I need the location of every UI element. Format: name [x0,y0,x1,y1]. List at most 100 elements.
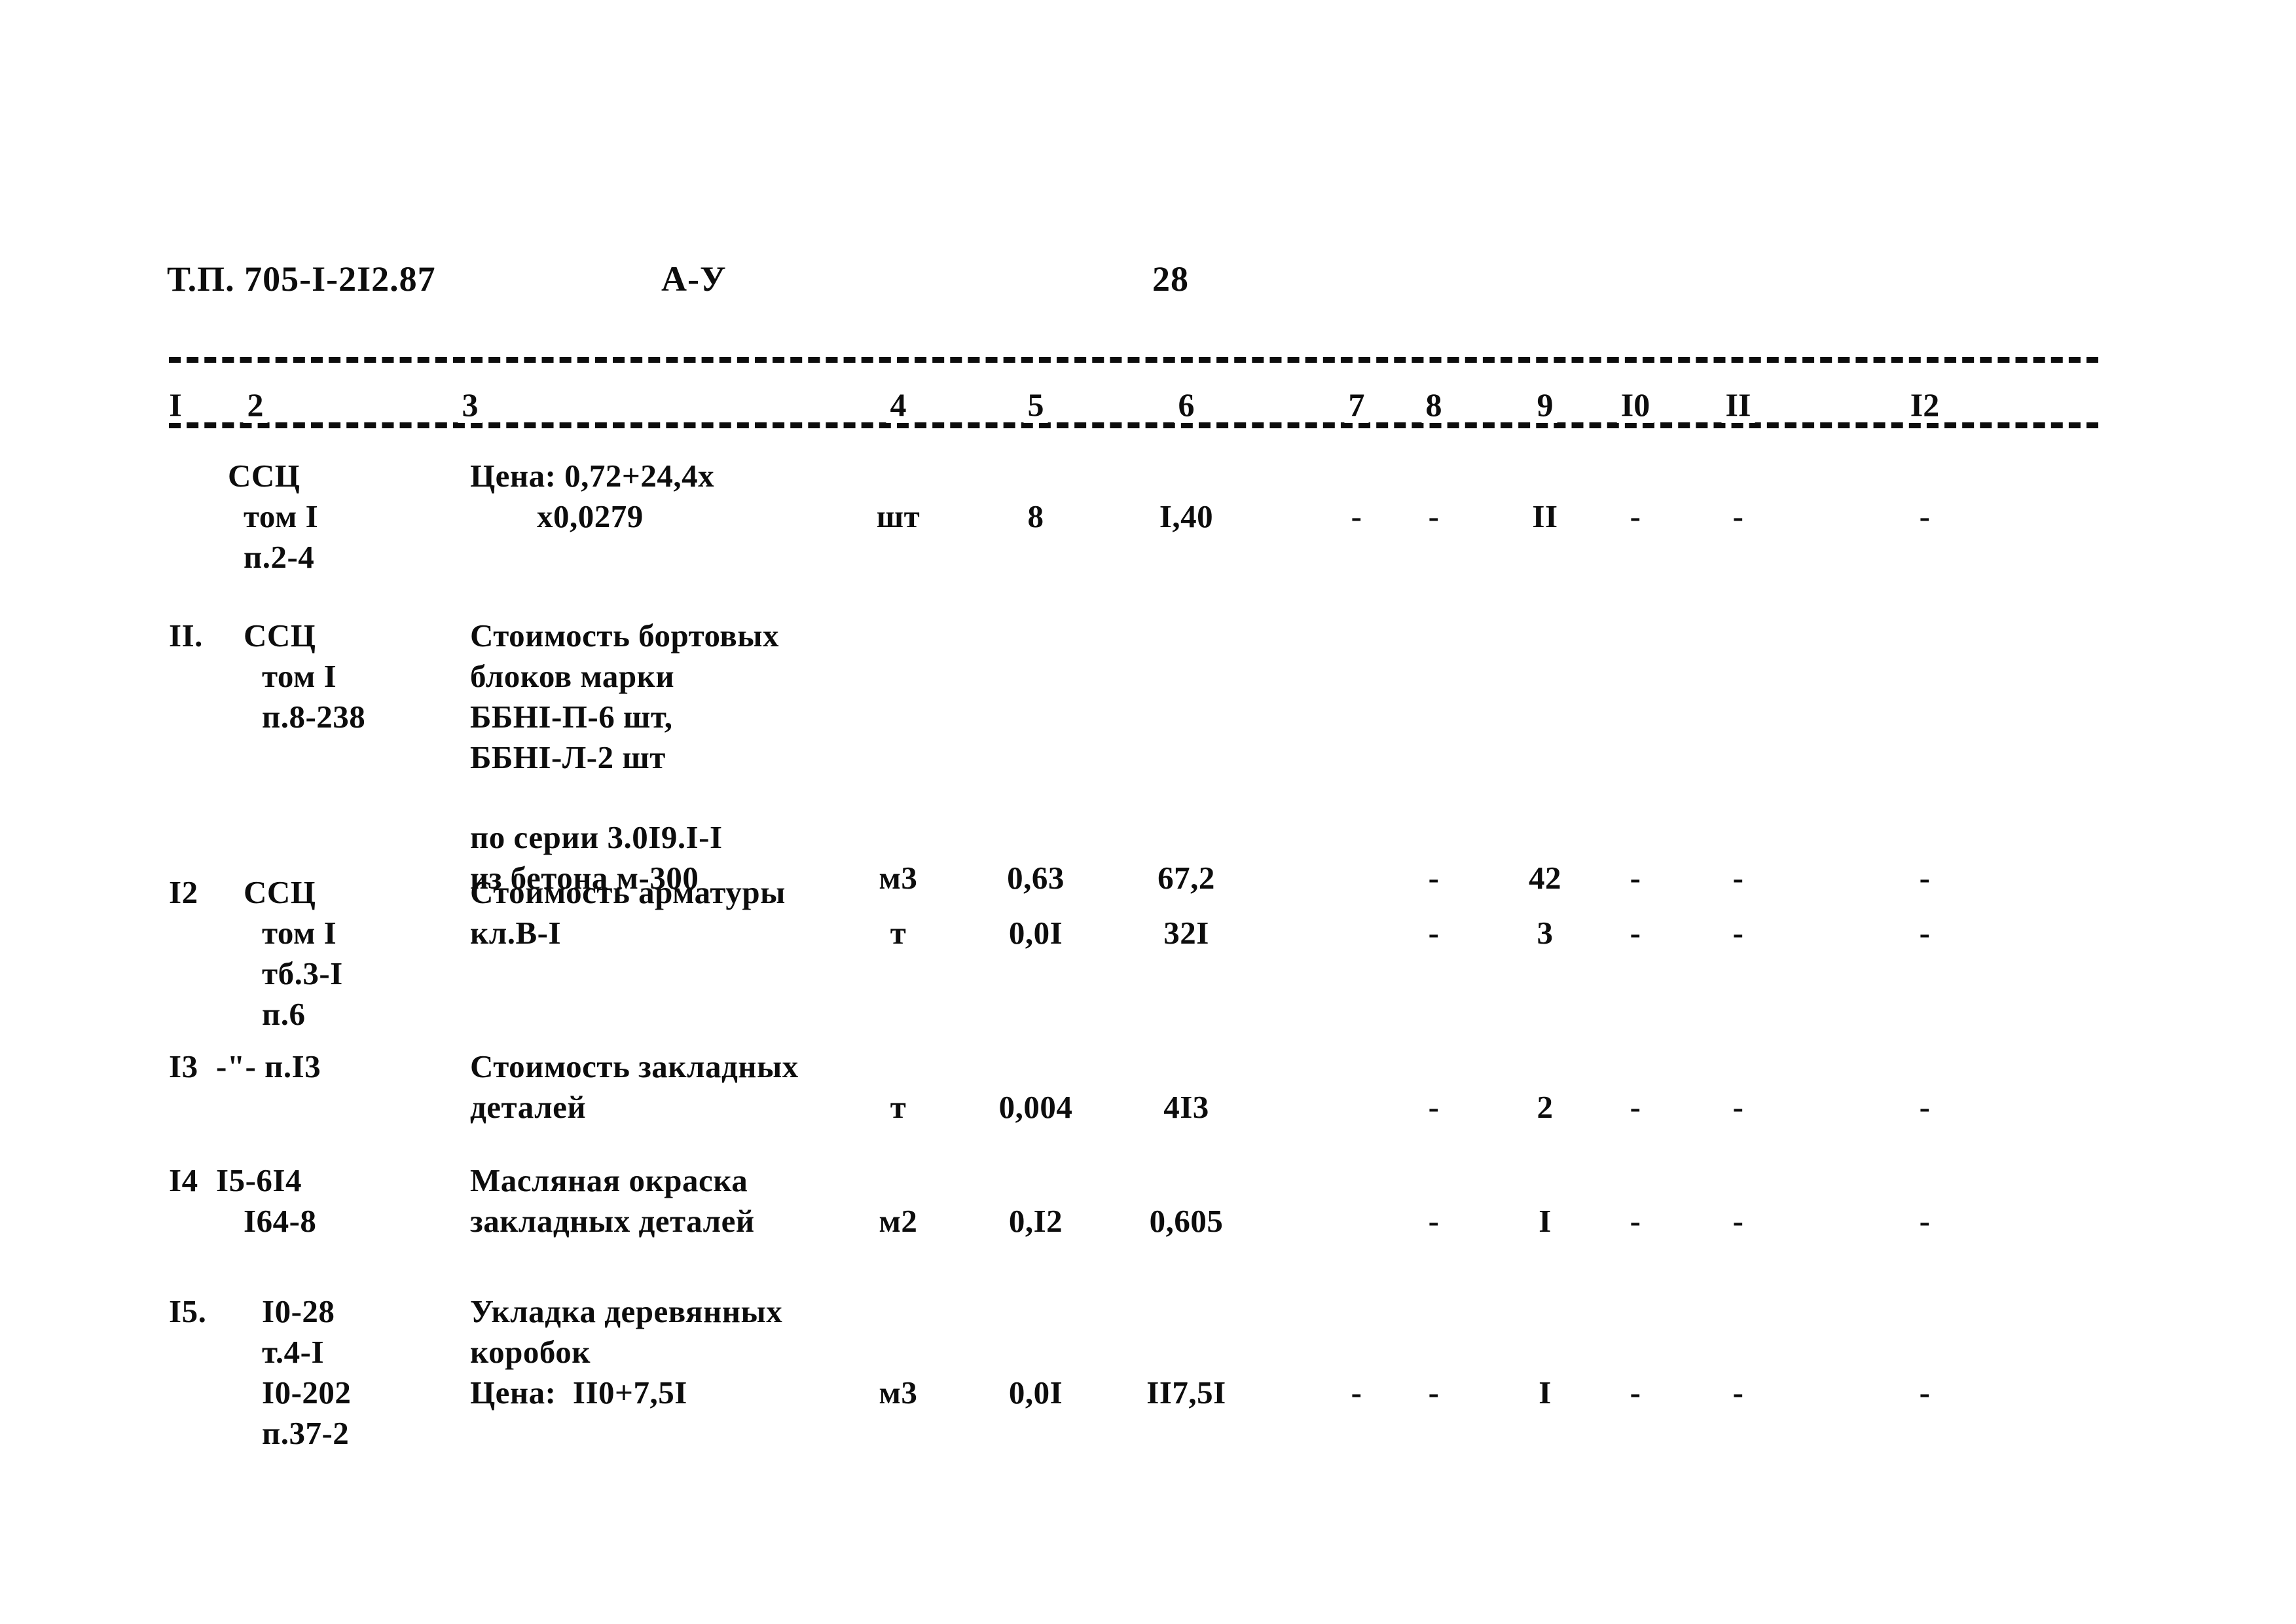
row-value-col4: т [890,1089,907,1125]
column-header-8: 8 [1421,386,1446,423]
row-value-col11: - [1732,860,1744,896]
row-value-col4: м3 [879,860,918,896]
row-value-col9: II [1532,498,1558,534]
row-value-col6: I,40 [1159,498,1214,534]
row-value-col5: 0,004 [998,1089,1073,1125]
row-value-col11: - [1732,1375,1744,1411]
row-description-line: Цена: II0+7,5I [470,1375,687,1411]
row-description-line: коробок [470,1334,591,1370]
row-value-col7: - [1351,498,1362,534]
row-description-line: Стоимость закладных [470,1048,799,1084]
row-value-col9: 2 [1537,1089,1554,1125]
row-ordinal: I4 [169,1162,198,1198]
row-source-ref-line: I0-202 [262,1375,352,1411]
row-value-col8: - [1428,1375,1440,1411]
row-source-ref-line: п.6 [262,996,306,1032]
row-ordinal: II. [169,618,203,654]
row-source-ref-line: ССЦ [244,618,316,654]
row-description-line: Цена: 0,72+24,4х [470,458,715,494]
column-header-11: II [1721,386,1755,423]
row-value-col12: - [1919,915,1931,951]
row-value-col10: - [1630,1089,1641,1125]
row-description-line: х0,0279 [470,498,644,534]
sheet-mark: А-У [661,259,727,299]
row-ordinal: I5. [169,1293,207,1329]
row-source-ref-line: том I [244,498,319,534]
column-header-4: 4 [886,386,911,423]
row-description-line: ББHI-П-6 шт, [470,699,673,735]
row-value-col6: II7,5I [1146,1375,1226,1411]
row-source-ref-line: I5-6I4 [216,1162,302,1198]
row-description-line: Масляная окраска [470,1162,748,1198]
row-source-ref-line: I64-8 [244,1203,317,1239]
row-value-col4: м2 [879,1203,918,1239]
row-source-ref-line: п.8-238 [262,699,366,735]
row-source-ref-line: тб.3-I [262,955,343,991]
row-value-col9: I [1539,1203,1552,1239]
column-header-2: 2 [243,386,268,423]
row-source-ref-line: т.4-I [262,1334,325,1370]
row-value-col6: 32I [1163,915,1209,951]
row-value-col5: 8 [1027,498,1044,534]
document-header: Т.П. 705-I-2I2.87 А-У 28 [167,259,2066,311]
row-value-col9: 3 [1537,915,1554,951]
row-value-col8: - [1428,1089,1440,1125]
row-value-col6: 4I3 [1163,1089,1209,1125]
table-rule-top [169,357,2098,363]
column-header-6: 6 [1174,386,1199,423]
row-value-col10: - [1630,915,1641,951]
row-value-col5: 0,0I [1008,1375,1063,1411]
row-value-col4: шт [876,498,920,534]
row-value-col4: т [890,915,907,951]
row-source-ref-line: п.2-4 [244,539,315,575]
row-description-line: закладных деталей [470,1203,755,1239]
row-value-col9: 42 [1529,860,1561,896]
row-value-col9: I [1539,1375,1552,1411]
row-description-line: Стоимость бортовых [470,618,779,654]
row-value-col7: - [1351,1375,1362,1411]
column-header-12: I2 [1906,386,1944,423]
document-code: Т.П. 705-I-2I2.87 [167,259,436,299]
row-source-ref-line: ССЦ [228,458,301,494]
row-value-col12: - [1919,498,1931,534]
row-value-col12: - [1919,1203,1931,1239]
column-header-9: 9 [1533,386,1558,423]
row-source-ref-line: ССЦ [244,874,316,910]
page-number: 28 [1152,259,1189,299]
row-value-col11: - [1732,1089,1744,1125]
row-ordinal: I3 [169,1048,198,1084]
row-value-col12: - [1919,860,1931,896]
row-value-col8: - [1428,860,1440,896]
row-description-line: Стоимость арматуры [470,874,786,910]
row-value-col8: - [1428,1203,1440,1239]
row-value-col10: - [1630,860,1641,896]
row-description-line: ББHI-Л-2 шт [470,739,666,775]
row-ordinal: I2 [169,874,198,910]
row-description-line: деталей [470,1089,587,1125]
row-value-col12: - [1919,1375,1931,1411]
row-value-col10: - [1630,1375,1641,1411]
row-value-col8: - [1428,498,1440,534]
row-value-col10: - [1630,498,1641,534]
row-value-col5: 0,0I [1008,915,1063,951]
row-description-line: Укладка деревянных [470,1293,783,1329]
column-header-3: 3 [458,386,483,423]
row-value-col11: - [1732,498,1744,534]
row-value-col11: - [1732,1203,1744,1239]
row-description-line: кл.В-I [470,915,562,951]
row-description-line: блоков марки [470,658,675,694]
row-value-col6: 0,605 [1149,1203,1224,1239]
row-value-col12: - [1919,1089,1931,1125]
row-source-ref-line: I0-28 [262,1293,335,1329]
row-value-col11: - [1732,915,1744,951]
column-header-7: 7 [1344,386,1369,423]
column-header-5: 5 [1023,386,1048,423]
row-source-ref-line: том I [262,915,337,951]
row-value-col8: - [1428,915,1440,951]
row-value-col6: 67,2 [1157,860,1215,896]
row-source-ref-line: том I [262,658,337,694]
row-value-col5: 0,I2 [1008,1203,1063,1239]
row-source-ref-line: -"- п.I3 [216,1048,321,1084]
row-value-col4: м3 [879,1375,918,1411]
row-value-col10: - [1630,1203,1641,1239]
